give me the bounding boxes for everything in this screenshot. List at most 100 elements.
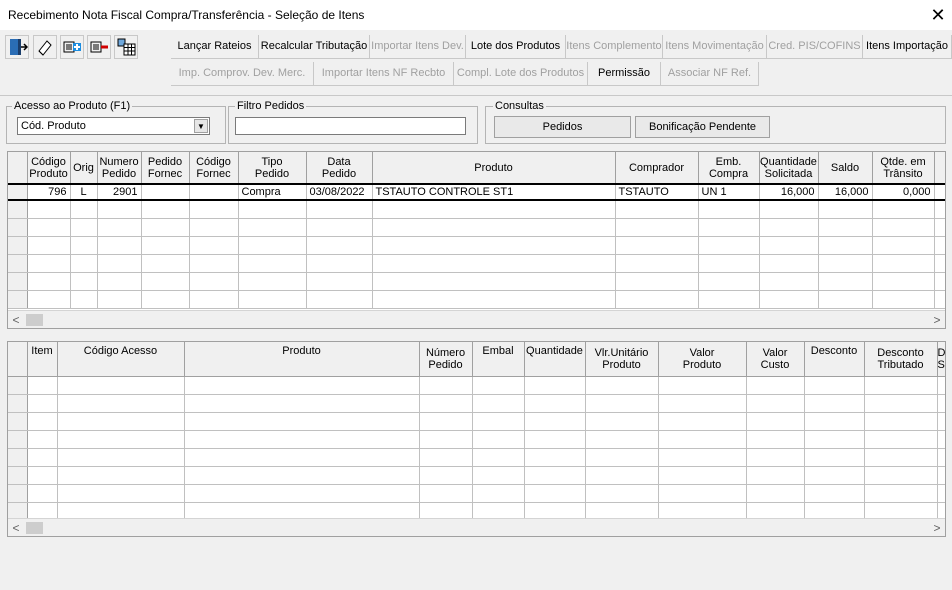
cell-pedido-fornec[interactable] (141, 183, 190, 201)
empty-row[interactable] (8, 466, 945, 485)
itens-grid[interactable]: Item Código Acesso Produto Número Pedido… (7, 341, 946, 537)
cell-extra (934, 183, 945, 201)
scroll-left-icon[interactable]: < (8, 519, 24, 536)
col-header[interactable]: D S (937, 342, 945, 377)
col-header[interactable]: Tipo Pedido (238, 152, 307, 185)
col-header[interactable]: Numero Pedido (97, 152, 142, 185)
scroll-left-icon[interactable]: < (8, 311, 24, 328)
associar-nf-ref-button[interactable]: Associar NF Ref. (661, 62, 759, 86)
col-header[interactable]: Produto (184, 342, 420, 377)
col-header[interactable]: Valor Custo (746, 342, 805, 377)
cell-orig[interactable]: L (70, 183, 98, 201)
col-header[interactable]: Orig (70, 152, 98, 185)
itens-importacao-button[interactable]: Itens Importação (863, 35, 952, 59)
divider (0, 95, 952, 96)
col-header[interactable]: Data Pedido (306, 152, 373, 185)
table-row[interactable]: 796 L 2901 Compra 03/08/2022 TSTAUTO CON… (8, 183, 945, 201)
col-header[interactable]: Pedido Fornec (141, 152, 190, 185)
cell-tipo-pedido[interactable]: Compra (238, 183, 307, 201)
scroll-thumb[interactable] (26, 314, 43, 326)
pedidos-grid[interactable]: Código Produto Orig Numero Pedido Pedido… (7, 151, 946, 329)
cell-codigo-produto[interactable]: 796 (27, 183, 71, 201)
cell-qtde-transito[interactable]: 0,000 (872, 183, 935, 201)
compl-lote-produtos-button[interactable]: Compl. Lote dos Produtos (454, 62, 588, 86)
col-header[interactable]: Comprador (615, 152, 699, 185)
col-header[interactable]: Item (27, 342, 58, 377)
col-header[interactable]: Desconto (804, 342, 865, 377)
importar-itens-dev-button[interactable]: Importar Itens Dev. (370, 35, 466, 59)
empty-row[interactable] (8, 394, 945, 413)
imp-comprov-dev-merc-button[interactable]: Imp. Comprov. Dev. Merc. (171, 62, 314, 86)
col-header[interactable]: Código Produto (27, 152, 71, 185)
cred-pis-cofins-button[interactable]: Cred. PIS/COFINS (767, 35, 863, 59)
empty-row[interactable] (8, 254, 945, 273)
col-header[interactable]: Emb. Compra (698, 152, 760, 185)
col-header[interactable]: Número Pedido (419, 342, 473, 377)
add-item-icon[interactable] (60, 35, 84, 59)
cell-comprador[interactable]: TSTAUTO (615, 183, 699, 201)
pedidos-table: Código Produto Orig Numero Pedido Pedido… (8, 152, 945, 309)
empty-row[interactable] (8, 376, 945, 395)
col-header[interactable]: Desconto Tributado (864, 342, 938, 377)
col-header[interactable]: Produto (372, 152, 616, 185)
cell-codigo-fornec[interactable] (189, 183, 239, 201)
pedidos-button[interactable]: Pedidos (494, 116, 631, 138)
exit-door-icon[interactable] (5, 35, 29, 59)
col-header[interactable]: Código Fornec (189, 152, 239, 185)
acesso-label: Acesso ao Produto (F1) (12, 100, 133, 112)
bonificacao-pendente-button[interactable]: Bonificação Pendente (635, 116, 770, 138)
recalcular-tributacao-button[interactable]: Recalcular Tributação (259, 35, 370, 59)
col-header[interactable]: Quantidade (524, 342, 586, 377)
col-header[interactable]: Qtde. em Trânsito (872, 152, 935, 185)
col-header[interactable]: Quantidade Solicitada (759, 152, 819, 185)
col-header-extra (934, 152, 945, 185)
horizontal-scrollbar[interactable]: < > (8, 310, 945, 328)
window-title: Recebimento Nota Fiscal Compra/Transferê… (8, 8, 365, 22)
importar-itens-nf-recbto-button[interactable]: Importar Itens NF Recbto (314, 62, 454, 86)
consultas-label: Consultas (493, 100, 546, 112)
cell-emb-compra[interactable]: UN 1 (698, 183, 760, 201)
empty-row[interactable] (8, 448, 945, 467)
scroll-thumb[interactable] (26, 522, 43, 534)
row-indicator-header (8, 342, 28, 377)
acesso-produto-value: Cód. Produto (21, 120, 86, 132)
remove-item-icon[interactable] (87, 35, 111, 59)
empty-row[interactable] (8, 218, 945, 237)
permissao-button[interactable]: Permissão (588, 62, 661, 86)
cell-quantidade-solicitada[interactable]: 16,000 (759, 183, 819, 201)
itens-movimentacao-button[interactable]: Itens Movimentação (663, 35, 767, 59)
horizontal-scrollbar[interactable]: < > (8, 518, 945, 536)
scroll-right-icon[interactable]: > (929, 311, 945, 328)
cell-numero-pedido[interactable]: 2901 (97, 183, 142, 201)
col-header[interactable]: Vlr.Unitário Produto (585, 342, 659, 377)
chevron-down-icon[interactable]: ▼ (194, 119, 208, 133)
filtro-label: Filtro Pedidos (235, 100, 307, 112)
empty-row[interactable] (8, 236, 945, 255)
empty-row[interactable] (8, 484, 945, 503)
col-header[interactable]: Valor Produto (658, 342, 747, 377)
empty-row[interactable] (8, 290, 945, 309)
filtro-pedidos-input[interactable] (235, 117, 466, 135)
lote-dos-produtos-button[interactable]: Lote dos Produtos (466, 35, 566, 59)
row-indicator (8, 183, 28, 201)
empty-row[interactable] (8, 412, 945, 431)
empty-row[interactable] (8, 272, 945, 291)
itens-complemento-button[interactable]: Itens Complemento (566, 35, 663, 59)
close-icon[interactable]: ✕ (926, 3, 950, 27)
scroll-right-icon[interactable]: > (929, 519, 945, 536)
empty-row[interactable] (8, 200, 945, 219)
cell-data-pedido[interactable]: 03/08/2022 (306, 183, 373, 201)
header-row: Item Código Acesso Produto Número Pedido… (8, 342, 945, 377)
empty-row[interactable] (8, 430, 945, 449)
col-header[interactable]: Embal (472, 342, 525, 377)
col-header[interactable]: Código Acesso (57, 342, 185, 377)
eraser-icon[interactable] (33, 35, 57, 59)
itens-table: Item Código Acesso Produto Número Pedido… (8, 342, 945, 521)
lancar-rateios-button[interactable]: Lançar Rateios (171, 35, 259, 59)
header-row: Código Produto Orig Numero Pedido Pedido… (8, 152, 945, 185)
col-header[interactable]: Saldo (818, 152, 873, 185)
grid-select-icon[interactable] (114, 35, 138, 59)
cell-produto[interactable]: TSTAUTO CONTROLE ST1 (372, 183, 616, 201)
cell-saldo[interactable]: 16,000 (818, 183, 873, 201)
acesso-produto-select[interactable]: Cód. Produto ▼ (17, 117, 210, 135)
